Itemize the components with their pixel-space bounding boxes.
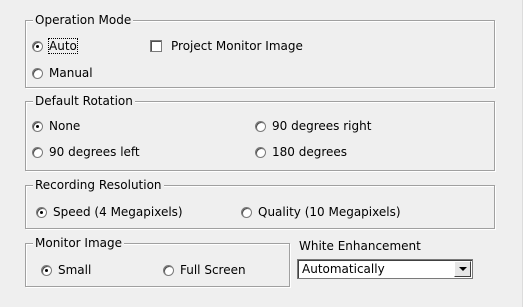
- monitor-full-screen-option[interactable]: Full Screen: [163, 263, 246, 277]
- auto-radio[interactable]: [32, 40, 43, 52]
- white-enhancement-value: Automatically: [302, 262, 385, 276]
- rotation-none-label: None: [49, 119, 81, 133]
- speed-radio[interactable]: [36, 206, 47, 218]
- operation-mode-title: Operation Mode: [33, 13, 134, 27]
- project-monitor-image-label: Project Monitor Image: [171, 39, 303, 53]
- quality-option[interactable]: Quality (10 Megapixels): [241, 205, 401, 219]
- monitor-image-title: Monitor Image: [33, 236, 125, 250]
- settings-panel: Operation Mode Auto Project Monitor Imag…: [0, 0, 523, 307]
- auto-label: Auto: [48, 38, 78, 54]
- monitor-full-screen-radio[interactable]: [163, 264, 174, 276]
- speed-label: Speed (4 Megapixels): [53, 205, 183, 219]
- quality-label: Quality (10 Megapixels): [258, 205, 401, 219]
- rotation-90-right-radio[interactable]: [255, 120, 266, 132]
- rotation-none-radio[interactable]: [32, 120, 43, 132]
- monitor-small-radio[interactable]: [41, 264, 52, 276]
- monitor-small-option[interactable]: Small: [41, 263, 91, 277]
- rotation-90-right-label: 90 degrees right: [272, 119, 372, 133]
- manual-label: Manual: [49, 66, 93, 80]
- project-monitor-image-option[interactable]: Project Monitor Image: [150, 39, 303, 53]
- white-enhancement-label: White Enhancement: [299, 239, 421, 253]
- project-monitor-image-checkbox[interactable]: [150, 40, 162, 52]
- default-rotation-group: Default Rotation None 90 degrees right 9…: [25, 94, 495, 171]
- quality-radio[interactable]: [241, 206, 252, 218]
- rotation-none-option[interactable]: None: [32, 119, 80, 133]
- rotation-180-radio[interactable]: [255, 146, 266, 158]
- recording-resolution-title: Recording Resolution: [33, 178, 164, 192]
- default-rotation-title: Default Rotation: [33, 94, 135, 108]
- monitor-small-label: Small: [58, 263, 92, 277]
- operation-mode-group: Operation Mode Auto Project Monitor Imag…: [25, 13, 495, 88]
- speed-option[interactable]: Speed (4 Megapixels): [36, 205, 183, 219]
- chevron-down-icon: [458, 267, 467, 271]
- manual-radio-option[interactable]: Manual: [32, 66, 93, 80]
- rotation-180-option[interactable]: 180 degrees: [255, 145, 347, 159]
- rotation-90-left-option[interactable]: 90 degrees left: [32, 145, 140, 159]
- white-enhancement-dropdown[interactable]: Automatically: [297, 259, 473, 279]
- rotation-90-right-option[interactable]: 90 degrees right: [255, 119, 371, 133]
- monitor-full-screen-label: Full Screen: [180, 263, 246, 277]
- rotation-90-left-label: 90 degrees left: [49, 145, 140, 159]
- dropdown-button[interactable]: [454, 261, 471, 277]
- rotation-180-label: 180 degrees: [272, 145, 348, 159]
- monitor-image-group: Monitor Image Small Full Screen: [25, 236, 290, 287]
- rotation-90-left-radio[interactable]: [32, 146, 43, 158]
- manual-radio[interactable]: [32, 67, 43, 79]
- auto-radio-option[interactable]: Auto: [32, 38, 78, 54]
- recording-resolution-group: Recording Resolution Speed (4 Megapixels…: [25, 178, 495, 229]
